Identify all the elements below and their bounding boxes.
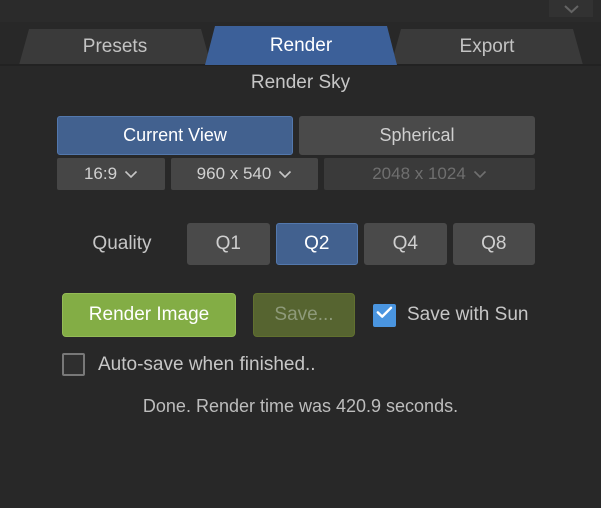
quality-option-q8[interactable]: Q8 (452, 223, 535, 265)
tab-export-label: Export (459, 36, 515, 57)
chevron-down-icon (278, 170, 292, 179)
checkbox-box-unchecked (62, 353, 85, 376)
panel-collapse-button[interactable] (549, 0, 593, 17)
spherical-button[interactable]: Spherical (299, 116, 535, 155)
chevron-down-icon (473, 170, 487, 179)
save-with-sun-checkbox[interactable]: Save with Sun (373, 303, 529, 327)
tab-render-label: Render (269, 34, 333, 56)
quality-option-q4-label: Q4 (392, 233, 418, 254)
aspect-ratio-value: 16:9 (83, 164, 118, 183)
quality-option-q1[interactable]: Q1 (187, 223, 270, 265)
projection-mode-group: Current View Spherical (57, 116, 535, 155)
tab-render[interactable]: Render (205, 26, 397, 65)
auto-save-label: Auto-save when finished.. (98, 353, 316, 375)
spherical-label: Spherical (379, 125, 455, 145)
render-image-label: Render Image (88, 304, 210, 325)
tab-presets-label: Presets (82, 36, 148, 57)
render-image-button[interactable]: Render Image (62, 293, 236, 337)
quality-label: Quality (92, 233, 152, 254)
quality-option-q4[interactable]: Q4 (364, 223, 447, 265)
panel-title: Render Sky (250, 72, 351, 93)
window-top-strip (0, 0, 601, 22)
quality-option-q1-label: Q1 (215, 233, 241, 254)
tab-presets[interactable]: Presets (19, 29, 211, 65)
save-button[interactable]: Save... (253, 293, 355, 337)
quality-row: Quality Q1 Q2 Q4 Q8 (57, 223, 535, 265)
spherical-resolution-dropdown[interactable]: 2048 x 1024 (324, 158, 535, 190)
spherical-resolution-value: 2048 x 1024 (372, 164, 466, 183)
quality-option-q2[interactable]: Q2 (275, 223, 358, 265)
save-with-sun-label: Save with Sun (407, 304, 529, 325)
checkmark-icon (376, 306, 393, 324)
quality-button-group: Q1 Q2 Q4 Q8 (187, 223, 535, 265)
tab-export[interactable]: Export (391, 29, 583, 65)
checkbox-box-checked (373, 303, 396, 327)
quality-option-q2-label: Q2 (304, 233, 330, 254)
status-message: Done. Render time was 420.9 seconds. (142, 396, 459, 416)
auto-save-checkbox[interactable]: Auto-save when finished.. (62, 353, 316, 376)
chevron-down-icon (563, 4, 580, 17)
current-view-button[interactable]: Current View (57, 116, 293, 155)
action-row: Render Image Save... Save with Sun (62, 293, 540, 337)
resolution-row: 16:9 960 x 540 2048 x 1024 (57, 158, 535, 190)
tab-bar: Presets Render Export (22, 26, 580, 65)
resolution-value: 960 x 540 (196, 164, 272, 183)
save-label: Save... (274, 304, 334, 325)
current-view-label: Current View (123, 125, 227, 145)
quality-option-q8-label: Q8 (481, 233, 507, 254)
aspect-ratio-dropdown[interactable]: 16:9 (57, 158, 165, 190)
resolution-dropdown[interactable]: 960 x 540 (171, 158, 318, 190)
chevron-down-icon (124, 170, 138, 179)
